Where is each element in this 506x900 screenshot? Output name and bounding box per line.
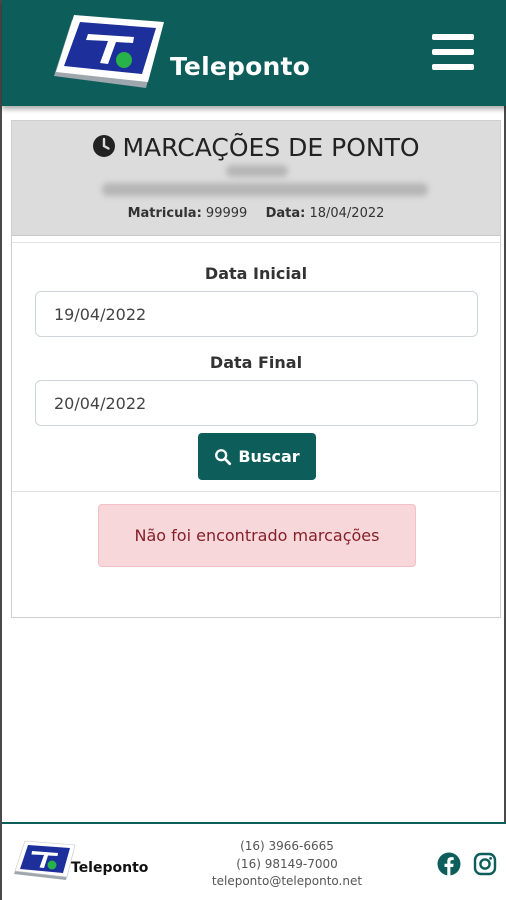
footer-email[interactable]: teleponto@teleponto.net <box>187 873 387 891</box>
matricula-label: Matricula: <box>127 206 202 221</box>
footer-contacts: (16) 3966-6665 (16) 98149-7000 teleponto… <box>187 838 387 891</box>
instagram-icon[interactable] <box>473 852 497 876</box>
redacted-name <box>226 165 288 177</box>
card-header: MARCAÇÕES DE PONTO Matricula: 99999 Data… <box>12 121 500 236</box>
facebook-icon[interactable] <box>437 852 461 876</box>
search-form: Data Inicial Data Final Buscar <box>12 242 500 492</box>
clock-icon <box>93 135 116 157</box>
hamburger-menu-icon[interactable] <box>432 34 474 70</box>
page-title-text: MARCAÇÕES DE PONTO <box>122 133 420 162</box>
start-date-label: Data Inicial <box>204 264 308 283</box>
page-footer: Teleponto (16) 3966-6665 (16) 98149-7000… <box>2 822 506 900</box>
start-date-input[interactable] <box>35 291 478 337</box>
alert-message: Não foi encontrado marcações <box>134 526 380 545</box>
footer-brand-name: Teleponto <box>71 860 149 876</box>
redacted-company <box>102 183 428 196</box>
no-records-alert: Não foi encontrado marcações <box>98 504 416 567</box>
search-button-label: Buscar <box>238 447 300 466</box>
teleponto-logo-icon <box>54 15 164 88</box>
employee-meta: Matricula: 99999 Data: 18/04/2022 <box>12 206 500 221</box>
app-frame: Teleponto MARCAÇÕES DE PONTO Matricula: … <box>0 0 506 900</box>
search-button[interactable]: Buscar <box>198 433 316 480</box>
data-value: 18/04/2022 <box>309 206 385 221</box>
top-navbar: Teleponto <box>2 0 506 106</box>
marcacoes-card: MARCAÇÕES DE PONTO Matricula: 99999 Data… <box>11 120 501 618</box>
brand-logo[interactable]: Teleponto <box>50 12 320 97</box>
data-label: Data: <box>265 206 306 221</box>
footer-phone-1[interactable]: (16) 3966-6665 <box>187 838 387 856</box>
search-icon <box>215 448 232 465</box>
footer-phone-2[interactable]: (16) 98149-7000 <box>187 856 387 874</box>
brand-name: Teleponto <box>170 52 311 81</box>
end-date-input[interactable] <box>35 380 478 426</box>
page-title: MARCAÇÕES DE PONTO <box>12 133 500 162</box>
matricula-value: 99999 <box>205 206 248 221</box>
end-date-label: Data Final <box>209 353 303 372</box>
